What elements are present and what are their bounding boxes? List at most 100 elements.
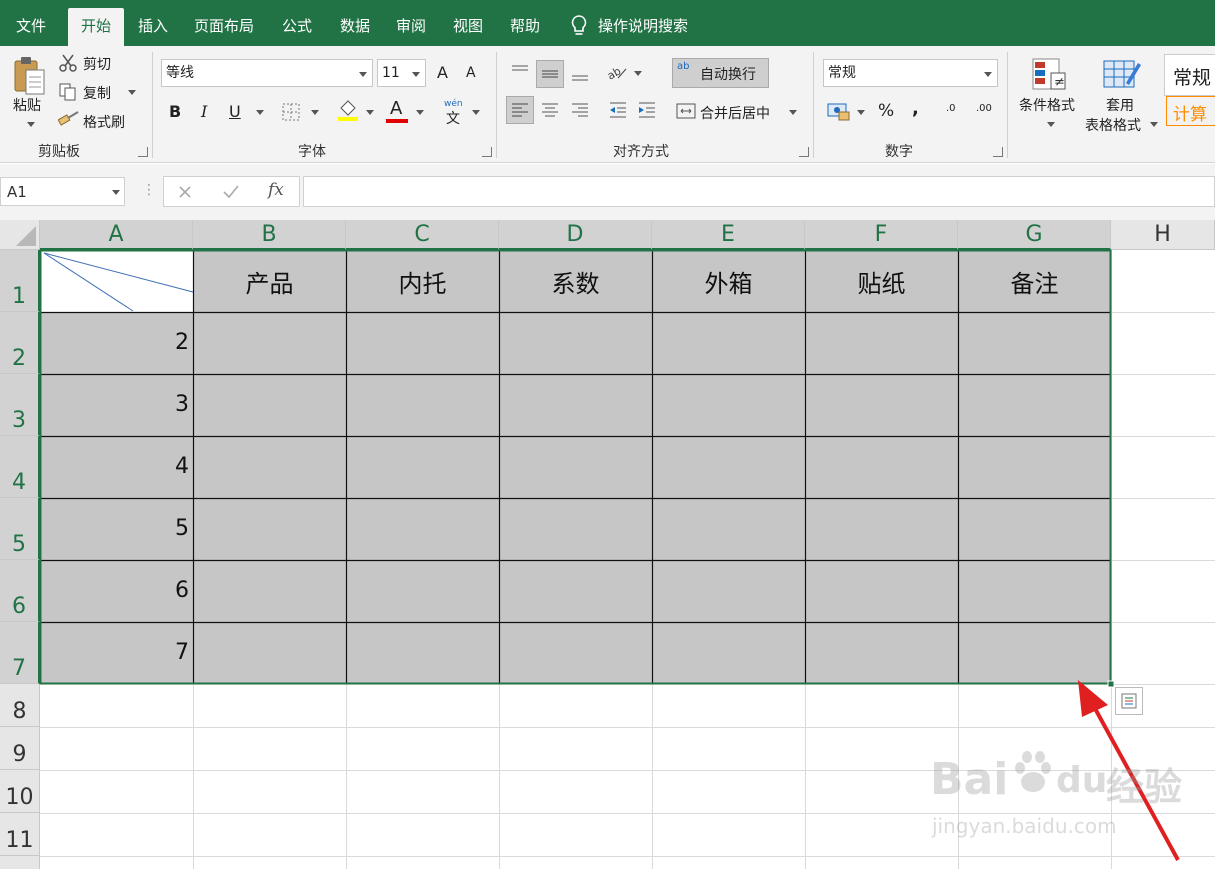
header-cell-f1[interactable]: 贴纸 [805,250,958,312]
cell-a7[interactable]: 7 [44,640,189,665]
cut-button[interactable]: 剪切 [83,54,111,74]
tab-data[interactable]: 数据 [330,8,380,46]
format-as-table-label-1[interactable]: 套用 [1106,95,1134,115]
paste-icon[interactable] [10,54,50,98]
decrease-indent-icon[interactable] [605,97,631,123]
copy-icon [58,82,78,102]
ribbon-home: 粘贴 剪切 复制 格式刷 剪贴板 等线 11 A A B I U A wén 文… [0,46,1215,163]
cancel-icon[interactable] [175,182,195,202]
phonetic-button[interactable]: 文 [446,108,460,128]
accounting-format-icon[interactable] [826,100,852,122]
copy-button[interactable]: 复制 [83,83,111,103]
formula-bar-grip-icon: ⋮ [142,182,156,198]
conditional-formatting-icon[interactable]: ≠ [1030,56,1070,94]
wrap-text-button[interactable]: ab 自动换行 [672,58,769,88]
italic-button[interactable]: I [201,102,207,121]
tab-insert[interactable]: 插入 [128,8,178,46]
paste-button[interactable]: 粘贴 [13,95,41,115]
align-bottom-icon[interactable] [567,60,593,86]
alignment-launcher-icon[interactable] [799,147,809,157]
number-launcher-icon[interactable] [993,147,1003,157]
tab-home[interactable]: 开始 [68,8,124,46]
tab-file[interactable]: 文件 [0,8,62,46]
font-name-dropdown[interactable]: 等线 [161,59,373,87]
shrink-font-button[interactable]: A [466,65,476,81]
format-as-table-button[interactable]: 表格格式 [1085,115,1141,135]
number-format-dropdown[interactable]: 常规 [823,59,998,87]
separator [1007,52,1008,158]
cell-a2[interactable]: 2 [44,330,189,355]
cell-a5[interactable]: 5 [44,516,189,541]
accounting-dropdown-icon[interactable] [857,110,865,115]
tab-review[interactable]: 审阅 [386,8,436,46]
enter-icon[interactable] [221,182,241,202]
style-normal-label: 常规 [1173,67,1212,89]
font-size-dropdown[interactable]: 11 [377,59,426,87]
cell-a6[interactable]: 6 [44,578,189,603]
format-painter-icon [58,110,80,130]
copy-dropdown-icon[interactable] [128,90,136,95]
align-right-icon[interactable] [567,97,593,123]
phonetic-dropdown-icon[interactable] [472,110,480,115]
font-color-dropdown-icon[interactable] [416,110,424,115]
watermark-url: jingyan.baidu.com [932,814,1117,838]
number-group-label: 数字 [885,144,913,160]
chevron-down-icon [359,72,367,77]
chevron-down-icon [412,72,420,77]
underline-button[interactable]: U [229,102,241,121]
watermark-brand: Bai [930,754,1009,805]
clipboard-group-label: 剪贴板 [38,144,80,160]
align-top-icon[interactable] [507,60,533,86]
font-group-label: 字体 [298,144,326,160]
underline-dropdown-icon[interactable] [256,110,264,115]
fill-color-dropdown-icon[interactable] [366,110,374,115]
align-left-icon[interactable] [506,96,534,124]
format-table-dropdown-icon[interactable] [1150,122,1158,127]
percent-button[interactable]: % [878,101,894,121]
format-painter-button[interactable]: 格式刷 [83,112,125,132]
name-box[interactable]: A1 [0,177,125,206]
style-calc[interactable]: 计算 [1166,96,1215,126]
paste-dropdown-icon[interactable] [27,122,35,127]
tab-formulas[interactable]: 公式 [272,8,322,46]
conditional-formatting-button[interactable]: 条件格式 [1019,95,1075,115]
orientation-dropdown-icon[interactable] [634,71,642,76]
lightbulb-icon[interactable] [566,12,592,40]
fill-color-icon[interactable] [337,98,359,122]
grow-font-button[interactable]: A [437,63,448,82]
cell-a4[interactable]: 4 [44,454,189,479]
align-middle-icon[interactable] [536,60,564,88]
header-cell-c1[interactable]: 内托 [346,250,499,312]
insert-function-button[interactable]: fx [268,180,284,200]
increase-decimal-button[interactable]: .0 [946,103,956,114]
tell-me-search[interactable]: 操作说明搜索 [598,8,708,46]
header-cell-b1[interactable]: 产品 [193,250,346,312]
style-normal[interactable]: 常规 [1164,54,1215,96]
tab-view[interactable]: 视图 [443,8,493,46]
borders-dropdown-icon[interactable] [311,110,319,115]
header-cell-d1[interactable]: 系数 [499,250,652,312]
clipboard-launcher-icon[interactable] [138,147,148,157]
bold-button[interactable]: B [169,102,181,121]
increase-indent-icon[interactable] [634,97,660,123]
cell-a1[interactable] [41,251,193,312]
merge-dropdown-icon[interactable] [789,110,797,115]
comma-button[interactable]: , [912,98,919,119]
cell-a3[interactable]: 3 [44,392,189,417]
align-center-icon[interactable] [537,97,563,123]
orientation-icon[interactable]: ab [604,60,630,86]
borders-icon[interactable] [281,102,301,122]
header-cell-g1[interactable]: 备注 [958,250,1111,312]
font-launcher-icon[interactable] [482,147,492,157]
baidu-watermark: Bai du 经验 jingyan.baidu.com [930,750,1210,850]
decrease-decimal-button[interactable]: .00 [976,103,992,114]
header-cell-e1[interactable]: 外箱 [652,250,805,312]
tab-help[interactable]: 帮助 [500,8,550,46]
conditional-dropdown-icon[interactable] [1047,122,1055,127]
tab-page-layout[interactable]: 页面布局 [186,8,262,46]
formula-input[interactable] [303,176,1215,207]
svg-text:ab: ab [606,64,623,82]
font-color-button[interactable]: A [390,98,402,119]
merge-center-button[interactable]: 合并后居中 [700,103,770,123]
format-as-table-icon[interactable] [1102,56,1142,94]
